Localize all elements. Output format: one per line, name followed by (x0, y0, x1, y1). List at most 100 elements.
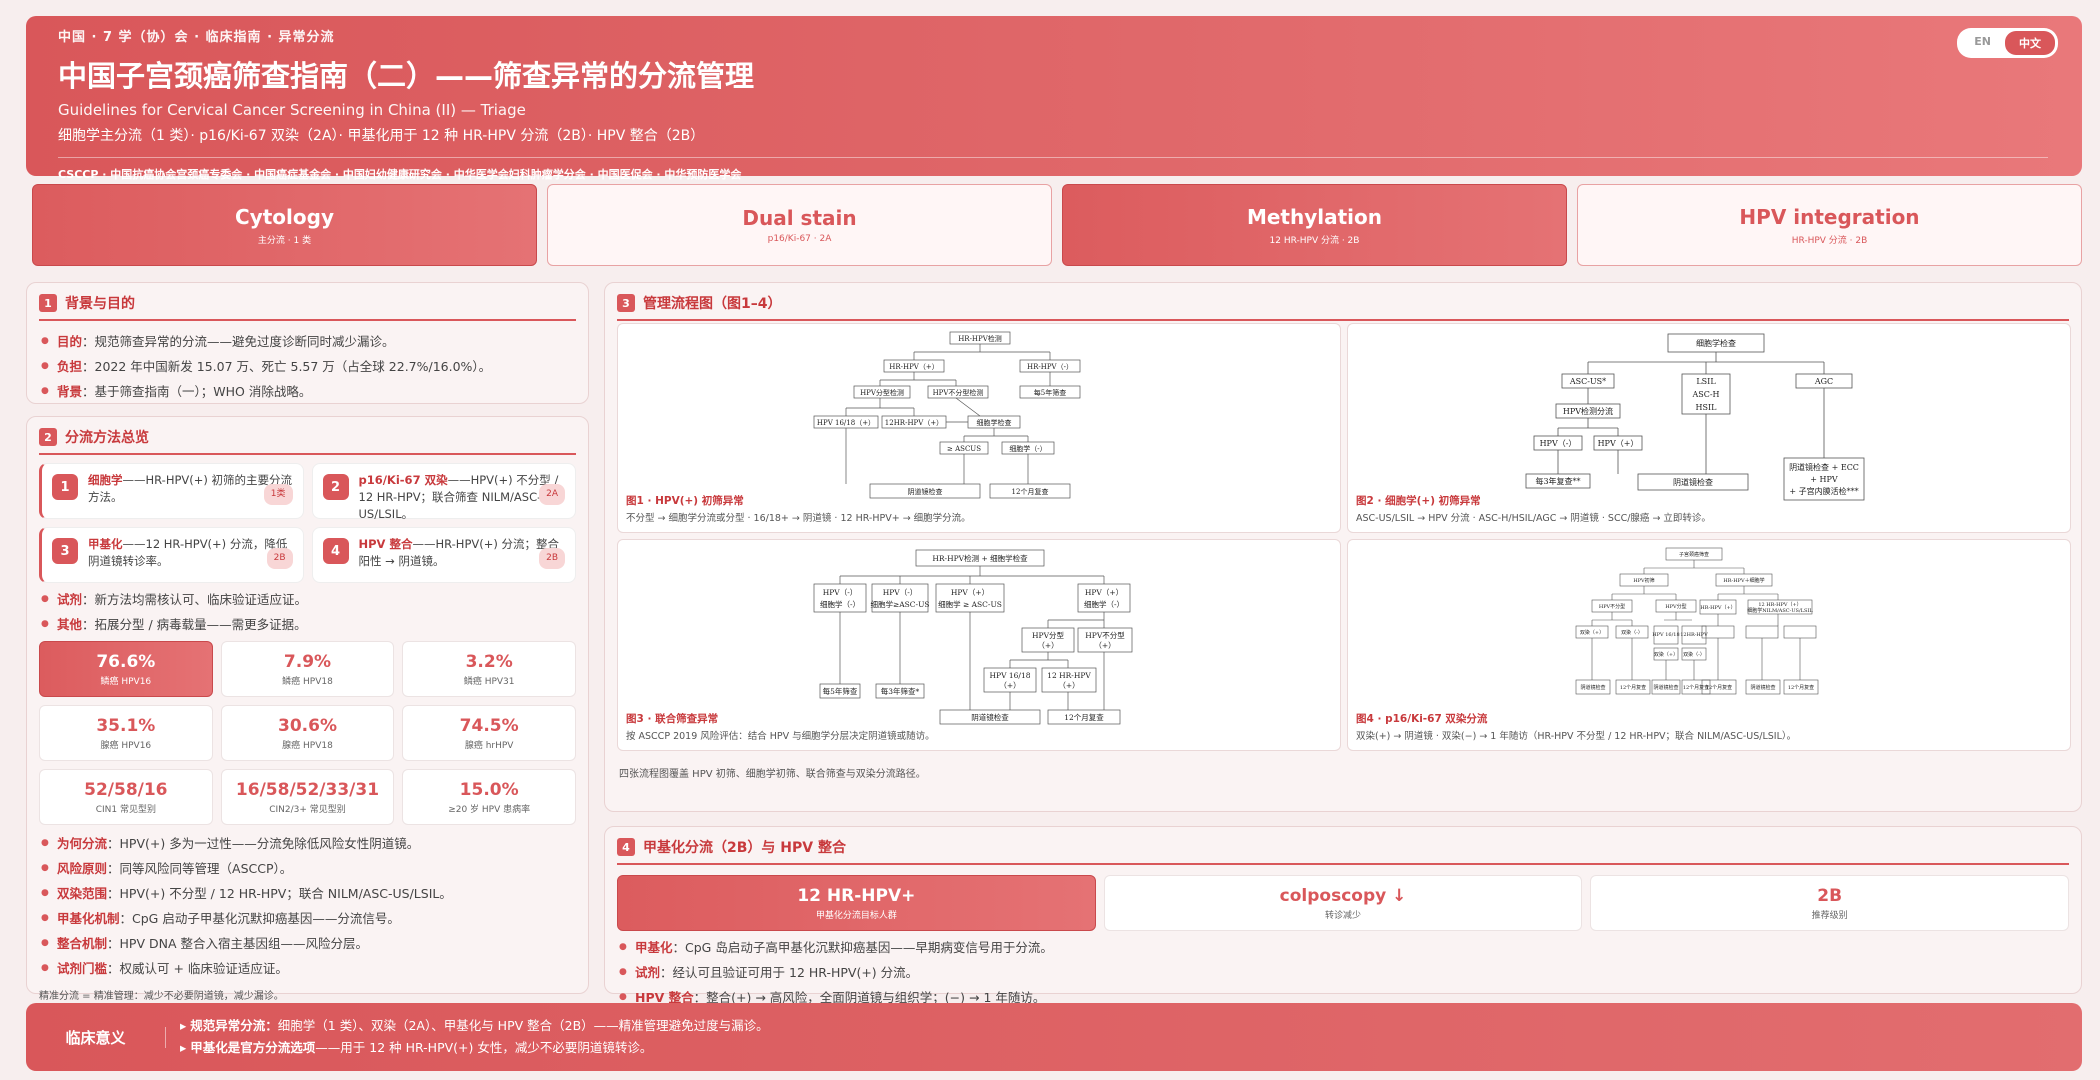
stat-card[interactable]: 52/58/16 CIN1 常见型别 (39, 769, 213, 825)
node-label: 细胞学检查 (1696, 338, 1736, 348)
bullet-text: ：规范筛查异常的分流——避免过度诊断同时减少漏诊。 (82, 334, 395, 349)
stat-card[interactable]: 16/58/52/33/31 CIN2/3+ 常见型别 (220, 769, 395, 825)
stat-label: 鳞癌 HPV16 (100, 676, 152, 687)
stat-value: 30.6% (278, 715, 337, 736)
footer-lines: 规范异常分流：细胞学（1 类）、双染（2A）、甲基化与 HPV 整合（2B）——… (166, 1015, 769, 1059)
stat-card[interactable]: 35.1% 腺癌 HPV16 (39, 705, 213, 761)
node-label: HPV分型 (1665, 603, 1686, 610)
figure-caption: 图2 · 细胞学(+) 初筛异常 ASC-US/LSIL → HPV 分流 · … (1356, 493, 1711, 524)
page-title: 中国子宫颈癌筛查指南（二）——筛查异常的分流管理 (58, 59, 755, 93)
stat-value: 12 HR-HPV+ (797, 885, 916, 906)
stat-label: ≥20 岁 HPV 患病率 (448, 804, 531, 815)
node-label: HPV 16/18（+） (817, 419, 875, 427)
section-title: 2 分流方法总览 (39, 427, 576, 455)
tab-subtitle: p16/Ki-67 · 2A (767, 234, 832, 244)
stat-card[interactable]: 30.6% 腺癌 HPV18 (220, 705, 395, 761)
section-methods: 2 分流方法总览 1 细胞学——HR-HPV(+) 初筛的主要分流方法。 1类 … (26, 416, 589, 1002)
stat-value: 2B (1817, 885, 1843, 906)
node-label: HR-HPV检测 + 细胞学检查 (932, 553, 1028, 563)
list-item: 甲基化机制：CpG 启动子甲基化沉默抑癌基因——分流信号。 (39, 906, 576, 931)
stat-label: 转诊减少 (1325, 910, 1362, 921)
section-title: 3 管理流程图（图1–4） (617, 293, 2069, 321)
stat-value: colposcopy ↓ (1279, 885, 1407, 906)
flowchart-note: 四张流程图覆盖 HPV 初筛、细胞学初筛、联合筛查与双染分流路径。 (619, 769, 926, 780)
bullet-key: 整合机制 (57, 936, 108, 951)
stat-label: 鳞癌 HPV31 (463, 676, 515, 687)
tab-methylation[interactable]: Methylation 12 HR-HPV 分流 · 2B (1062, 184, 1567, 266)
stat-value: 15.0% (459, 779, 519, 800)
figure-caption: 图1 · HPV(+) 初筛异常 不分型 → 细胞学分流或分型 · 16/18+… (626, 493, 971, 524)
figure-caption-text: 不分型 → 细胞学分流或分型 · 16/18+ → 阴道镜 · 12 HR-HP… (626, 513, 971, 524)
section-flowcharts: 3 管理流程图（图1–4） HR-HPV检测 HR-HPV（+） HR-HPV（… (604, 282, 2082, 812)
method-key: 甲基化 (88, 537, 123, 551)
list-item: 试剂门槛：权威认可 + 临床验证适应证。 (39, 956, 576, 981)
figure-caption-title: 图3 · 联合筛查异常 (626, 713, 719, 725)
bullet-key: 双染范围 (57, 886, 108, 901)
clinical-significance-footer: 临床意义 规范异常分流：细胞学（1 类）、双染（2A）、甲基化与 HPV 整合（… (26, 1003, 2082, 1071)
list-item: 目的：规范筛查异常的分流——避免过度诊断同时减少漏诊。 (39, 329, 576, 354)
stat-card[interactable]: 74.5% 腺癌 hrHPV (402, 705, 576, 761)
node-label: 细胞学 ≥ ASC-US (938, 599, 1002, 609)
bullet-text: ：CpG 启动子甲基化沉默抑癌基因——分流信号。 (119, 911, 400, 926)
bullet-text: ：HPV(+) 多为一过性——分流免除低风险女性阴道镜。 (107, 836, 420, 851)
node-label: ≥ ASCUS (947, 445, 981, 453)
stat-card[interactable]: 7.9% 鳞癌 HPV18 (220, 641, 395, 697)
section-background: 1 背景与目的 目的：规范筛查异常的分流——避免过度诊断同时减少漏诊。 负担：2… (26, 282, 589, 404)
lang-en-button[interactable]: EN (1960, 31, 2005, 55)
bullet-key: 背景 (57, 384, 83, 399)
section-number: 2 (39, 428, 57, 446)
node-label: + 子宫内膜活检*** (1789, 486, 1858, 496)
stat-card[interactable]: 76.6% 鳞癌 HPV16 (39, 641, 213, 697)
section-number: 1 (39, 294, 57, 312)
node-label: ASC-US* (1569, 377, 1606, 386)
header-tagline: 细胞学主分流（1 类）· p16/Ki-67 双染（2A）· 甲基化用于 12 … (58, 128, 705, 144)
lang-zh-button[interactable]: 中文 (2005, 31, 2055, 55)
list-item: 其他：拓展分型 / 病毒载量——需更多证据。 (39, 612, 576, 637)
list-item: 双染范围：HPV(+) 不分型 / 12 HR-HPV；联合 NILM/ASC-… (39, 881, 576, 906)
list-item: 为何分流：HPV(+) 多为一过性——分流免除低风险女性阴道镜。 (39, 831, 576, 856)
section-methylation: 4 甲基化分流（2B）与 HPV 整合 12 HR-HPV+ 甲基化分流目标人群 … (604, 826, 2082, 1010)
tab-cytology[interactable]: Cytology 主分流 · 1 类 (32, 184, 537, 266)
stat-card[interactable]: 15.0% ≥20 岁 HPV 患病率 (402, 769, 576, 825)
node-label: HPV 16/18 (1652, 632, 1679, 638)
stat-card[interactable]: 12 HR-HPV+ 甲基化分流目标人群 (617, 875, 1096, 931)
language-toggle: EN 中文 (1957, 28, 2058, 58)
node-label: 12HR-HPV (1680, 632, 1708, 638)
tab-hpv-integration[interactable]: HPV integration HR-HPV 分流 · 2B (1577, 184, 2082, 266)
method-card-hpv-integration: 4 HPV 整合——HR-HPV(+) 分流；整合阳性 → 阴道镜。 2B (311, 527, 576, 583)
section-number: 3 (617, 294, 635, 312)
node-label: HPV分型 (1032, 631, 1065, 640)
stat-label: 腺癌 HPV16 (100, 740, 152, 751)
stat-card[interactable]: colposcopy ↓ 转诊减少 (1103, 875, 1583, 931)
bullet-text: ：HPV DNA 整合入宿主基因组——风险分层。 (107, 936, 368, 951)
header-organizations: CSCCP · 中国抗癌协会宫颈癌专委会 · 中国癌症基金会 · 中国妇幼健康研… (58, 168, 742, 181)
stat-card[interactable]: 2B 推荐级别 (1590, 875, 2070, 931)
tab-subtitle: 主分流 · 1 类 (257, 235, 312, 246)
stat-label: 腺癌 hrHPV (464, 740, 514, 751)
section-heading: 甲基化分流（2B）与 HPV 整合 (643, 840, 846, 856)
node-label: 阴道镜检查 (1653, 684, 1678, 691)
figure-caption-title: 图4 · p16/Ki-67 双染分流 (1356, 713, 1488, 725)
method-cards: 1 细胞学——HR-HPV(+) 初筛的主要分流方法。 1类 2 p16/Ki-… (39, 463, 576, 583)
footer-key: 规范异常分流： (190, 1018, 278, 1033)
node-label: 双染（+） (1580, 629, 1604, 636)
node-label: LSIL (1696, 377, 1716, 386)
node-label: （+） (1094, 641, 1115, 650)
node-label: HPV（+） (1598, 439, 1639, 448)
bullet-text: ：新方法均需核认可、临床验证适应证。 (82, 592, 308, 607)
node-label: 每3年筛查* (881, 686, 920, 696)
figure-caption-title: 图2 · 细胞学(+) 初筛异常 (1356, 495, 1481, 507)
stat-card[interactable]: 3.2% 鳞癌 HPV31 (402, 641, 576, 697)
bullet-key: 试剂门槛 (57, 961, 108, 976)
level-badge: 2A (539, 484, 565, 505)
rationale-list: 为何分流：HPV(+) 多为一过性——分流免除低风险女性阴道镜。 风险原则：同等… (39, 831, 576, 981)
method-key: p16/Ki-67 双染 (358, 473, 448, 487)
flowchart-fig1: HR-HPV检测 HR-HPV（+） HR-HPV（-） HPV分型检测 HPV… (617, 323, 1341, 533)
node-label: HPV不分型检测 (933, 388, 984, 397)
footer-text: 细胞学（1 类）、双染（2A）、甲基化与 HPV 整合（2B）——精准管理避免过… (277, 1018, 769, 1033)
stat-label: 甲基化分流目标人群 (815, 910, 897, 921)
method-number: 1 (52, 474, 78, 500)
stat-label: 腺癌 HPV18 (282, 740, 333, 751)
tab-dual-stain[interactable]: Dual stain p16/Ki-67 · 2A (547, 184, 1052, 266)
node-label: 每5年筛查 (823, 686, 858, 696)
